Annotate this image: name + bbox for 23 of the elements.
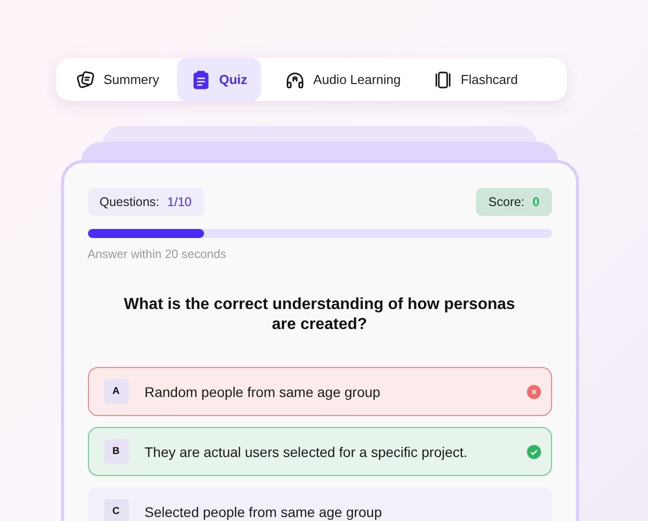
option-letter: A — [104, 379, 128, 404]
check-icon — [526, 444, 540, 458]
option-letter: B — [104, 439, 128, 464]
score-counter: Score: 0 — [476, 188, 552, 216]
tab[interactable]: Flashcard — [418, 58, 532, 101]
option-text: Selected people from same age group — [144, 504, 383, 520]
tab[interactable]: Audio Learning — [271, 58, 415, 101]
tab[interactable]: Summery — [62, 58, 174, 101]
timer-hint: Answer within 20 seconds — [88, 247, 228, 261]
answer-option[interactable]: C Selected people from same age group — [88, 487, 552, 521]
clipboard-icon — [191, 70, 212, 90]
cards-icon — [76, 70, 96, 90]
question-text: What is the correct understanding of how personas are created? — [122, 295, 516, 335]
wrong-icon — [526, 384, 540, 398]
tab[interactable]: Quiz — [177, 58, 262, 101]
answer-option[interactable]: B They are actual users selected for a specific project. — [88, 427, 552, 476]
option-text: They are actual users selected for a specific project. — [144, 444, 468, 460]
questions-counter: Questions: 1/10 — [88, 188, 204, 216]
option-letter: C — [104, 499, 128, 521]
headphones-icon — [285, 70, 306, 90]
answer-option[interactable]: A Random people from same age group — [88, 367, 552, 416]
flashcard-icon — [432, 70, 453, 90]
option-text: Random people from same age group — [144, 384, 382, 400]
